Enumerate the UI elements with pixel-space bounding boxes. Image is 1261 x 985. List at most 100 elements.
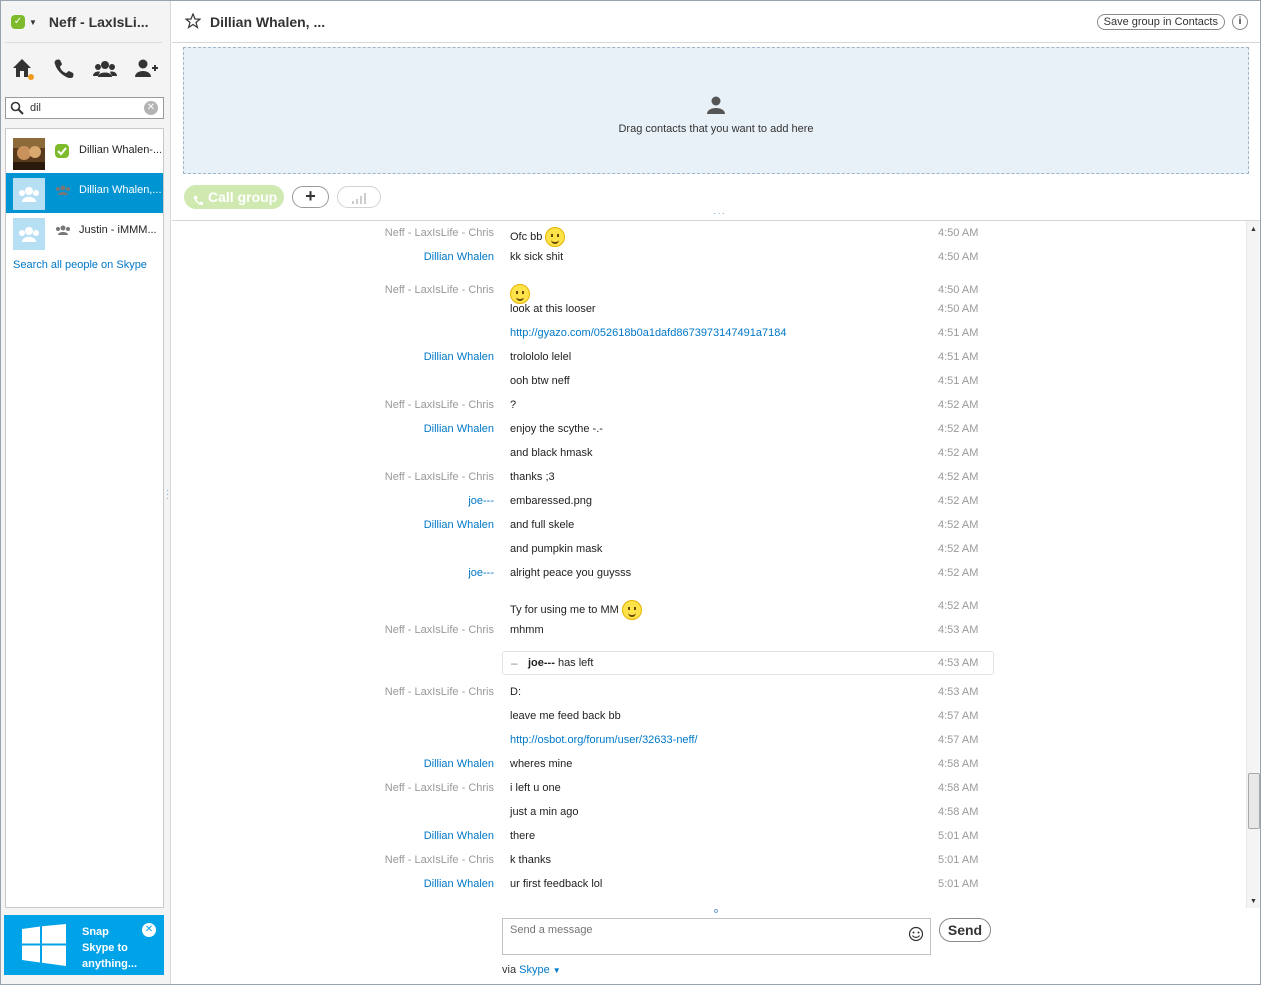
group-avatar bbox=[13, 218, 45, 250]
windows-logo-icon bbox=[22, 924, 66, 969]
call-group-button[interactable]: Call group bbox=[184, 185, 284, 209]
via-label: via Skype ▼ bbox=[502, 964, 561, 976]
scroll-down-icon[interactable]: ▼ bbox=[1250, 898, 1257, 905]
add-contact-icon[interactable] bbox=[133, 56, 159, 82]
contact-item[interactable]: Dillian Whalen-... bbox=[6, 133, 163, 173]
message-sender[interactable]: joe--- bbox=[468, 567, 494, 579]
emoticon-icon[interactable] bbox=[908, 926, 924, 945]
via-skype-dropdown[interactable]: Skype ▼ bbox=[519, 964, 561, 976]
message-sender[interactable]: Neff - LaxIsLife - Chris bbox=[385, 624, 494, 636]
message-time: 4:53 AM bbox=[938, 686, 979, 698]
message-text: mhmm bbox=[510, 624, 544, 636]
home-icon[interactable] bbox=[11, 56, 37, 82]
group-avatar bbox=[13, 178, 45, 210]
message-row: and black hmask 4:52 AM bbox=[172, 444, 1246, 464]
close-icon[interactable]: ✕ bbox=[142, 923, 156, 937]
contact-name: Dillian Whalen,... bbox=[79, 184, 161, 196]
add-contacts-drop-zone[interactable]: Drag contacts that you want to add here bbox=[183, 47, 1249, 174]
call-icon[interactable] bbox=[51, 56, 77, 82]
message-sender[interactable]: Dillian Whalen bbox=[424, 758, 494, 770]
scrollbar-thumb[interactable] bbox=[1248, 773, 1260, 829]
conversation-title[interactable]: Dillian Whalen, ... bbox=[210, 14, 325, 30]
message-link[interactable]: http://osbot.org/forum/user/32633-neff/ bbox=[510, 734, 698, 746]
search-input[interactable] bbox=[30, 100, 140, 116]
message-time: 4:50 AM bbox=[938, 251, 979, 263]
message-row: Dillian Whalen there 5:01 AM bbox=[172, 827, 1246, 847]
scroll-up-icon[interactable]: ▲ bbox=[1250, 226, 1257, 233]
message-sender[interactable]: Neff - LaxIsLife - Chris bbox=[385, 782, 494, 794]
message-row: Neff - LaxIsLife - Chris? 4:52 AM bbox=[172, 396, 1246, 416]
panel-resize-grip[interactable]: ··· bbox=[713, 208, 726, 219]
chevron-down-icon: ▼ bbox=[552, 966, 561, 975]
scrollbar[interactable]: ▲ ▼ bbox=[1246, 221, 1260, 908]
message-text: Ofc bb bbox=[510, 227, 566, 247]
message-sender[interactable]: Dillian Whalen bbox=[424, 251, 494, 263]
info-icon[interactable]: i bbox=[1232, 14, 1248, 30]
smiley-emoticon-icon bbox=[545, 227, 566, 247]
save-group-button[interactable]: Save group in Contacts bbox=[1096, 14, 1225, 30]
contacts-icon[interactable] bbox=[92, 56, 118, 82]
message-time: 4:50 AM bbox=[938, 303, 979, 315]
message-text: look at this looser bbox=[510, 303, 596, 315]
message-time: 4:52 AM bbox=[938, 423, 979, 435]
status-dropdown-icon[interactable]: ▼ bbox=[29, 18, 37, 27]
message-sender[interactable]: Neff - LaxIsLife - Chris bbox=[385, 854, 494, 866]
star-icon[interactable] bbox=[184, 12, 202, 32]
message-text: ur first feedback lol bbox=[510, 878, 603, 890]
contact-list: Dillian Whalen-... Dillian Whalen,... Ju bbox=[5, 128, 164, 908]
composer-resize-handle[interactable] bbox=[714, 909, 718, 913]
message-time: 4:53 AM bbox=[938, 624, 979, 636]
contact-item[interactable]: Dillian Whalen,... bbox=[6, 173, 163, 213]
message-row: Neff - LaxIsLife - Chris 4:50 AM bbox=[172, 281, 1246, 304]
message-sender[interactable]: Neff - LaxIsLife - Chris bbox=[385, 227, 494, 239]
message-text: i left u one bbox=[510, 782, 561, 794]
snap-promo[interactable]: Snap Skype to anything... ✕ bbox=[4, 915, 164, 975]
profile-status[interactable]: ✓ ▼ Neff - LaxIsLi... bbox=[11, 11, 149, 33]
message-text: kk sick shit bbox=[510, 251, 564, 263]
message-sender[interactable]: Dillian Whalen bbox=[424, 423, 494, 435]
message-time: 4:52 AM bbox=[938, 447, 979, 459]
online-status-icon[interactable]: ✓ bbox=[11, 15, 25, 29]
message-row: ooh btw neff 4:51 AM bbox=[172, 372, 1246, 392]
message-time: 4:52 AM bbox=[938, 495, 979, 507]
message-text: thanks ;3 bbox=[510, 471, 555, 483]
message-text: there bbox=[510, 830, 536, 842]
message-time: 4:58 AM bbox=[938, 782, 979, 794]
message-time: 4:51 AM bbox=[938, 327, 979, 339]
message-sender[interactable]: Neff - LaxIsLife - Chris bbox=[385, 471, 494, 483]
message-sender[interactable]: Dillian Whalen bbox=[424, 351, 494, 363]
message-time: 4:57 AM bbox=[938, 734, 979, 746]
conversation-pane: Dillian Whalen, ... Save group in Contac… bbox=[172, 1, 1260, 984]
contact-name: Dillian Whalen-... bbox=[79, 144, 161, 156]
message-row: Neff - LaxIsLife - Chris thanks ;3 4:52 AM bbox=[172, 468, 1246, 488]
message-row: Neff - LaxIsLife - Chris D: 4:53 AM bbox=[172, 683, 1246, 703]
message-text: just a min ago bbox=[510, 806, 579, 818]
contact-name: Justin - iMMM... bbox=[79, 224, 157, 236]
message-link[interactable]: http://gyazo.com/052618b0a1dafd867397314… bbox=[510, 327, 786, 339]
person-icon bbox=[706, 95, 726, 118]
call-quality-button[interactable] bbox=[337, 186, 381, 208]
message-row: Ty for using me to MM 4:52 AM bbox=[172, 597, 1246, 620]
add-button[interactable]: + bbox=[292, 186, 329, 208]
message-row: Neff - LaxIsLife - Chris mhmm 4:53 AM bbox=[172, 621, 1246, 641]
message-sender[interactable]: Dillian Whalen bbox=[424, 878, 494, 890]
search-all-link[interactable]: Search all people on Skype bbox=[13, 259, 147, 271]
contact-item[interactable]: Justin - iMMM... bbox=[6, 213, 163, 253]
message-sender[interactable]: Dillian Whalen bbox=[424, 519, 494, 531]
message-time: 4:58 AM bbox=[938, 806, 979, 818]
message-input[interactable] bbox=[510, 924, 890, 948]
message-sender[interactable]: Neff - LaxIsLife - Chris bbox=[385, 284, 494, 296]
message-sender[interactable]: Neff - LaxIsLife - Chris bbox=[385, 686, 494, 698]
message-text: k thanks bbox=[510, 854, 551, 866]
system-event: – joe--- has left 4:53 AM bbox=[502, 651, 994, 675]
message-sender[interactable]: joe--- bbox=[468, 495, 494, 507]
send-button[interactable]: Send bbox=[939, 918, 991, 942]
resize-handle[interactable]: · · · bbox=[166, 486, 169, 504]
profile-name[interactable]: Neff - LaxIsLi... bbox=[49, 14, 149, 30]
group-presence-icon bbox=[55, 184, 71, 199]
message-time: 4:52 AM bbox=[938, 471, 979, 483]
message-sender[interactable]: Dillian Whalen bbox=[424, 830, 494, 842]
clear-search-icon[interactable]: ✕ bbox=[144, 101, 158, 115]
search-icon bbox=[10, 101, 24, 118]
message-sender[interactable]: Neff - LaxIsLife - Chris bbox=[385, 399, 494, 411]
